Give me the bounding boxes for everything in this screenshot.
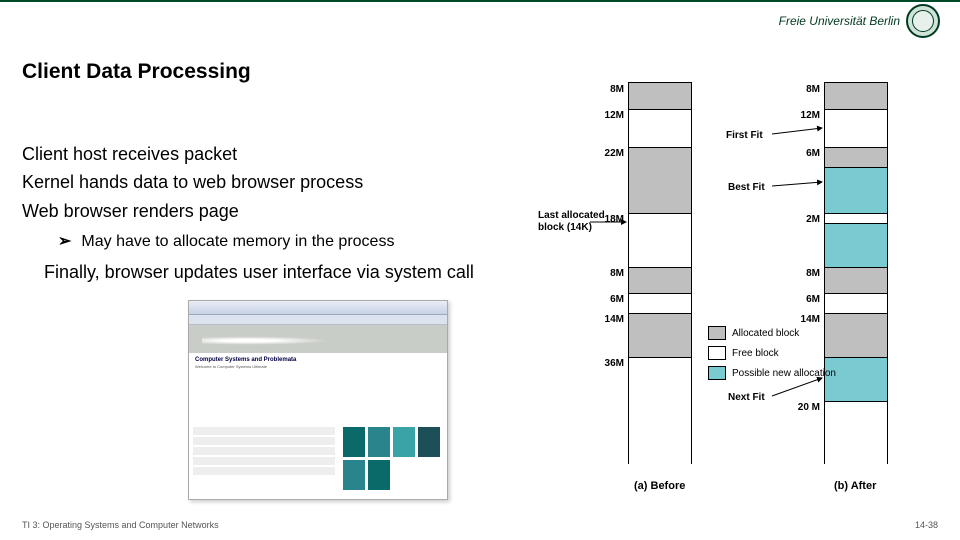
mem-segment [825,213,887,223]
browser-text-col [189,423,339,499]
swatch-poss-icon [708,366,726,380]
legend-free: Free block [732,348,779,359]
caption-after: (b) After [834,480,876,492]
mem-segment [825,83,887,109]
mem-size-label: 6M [580,294,624,305]
mem-segment [825,109,887,147]
swatch-free-icon [708,346,726,360]
browser-toolbar [189,315,447,325]
mem-segment [629,213,691,267]
mem-segment [629,109,691,147]
legend: Allocated block Free block Possible new … [708,326,836,386]
bullet-1: Client host receives packet [22,142,562,166]
mem-segment [629,357,691,465]
mem-segment [629,83,691,109]
mem-segment [825,223,887,267]
mem-col-before [628,82,692,464]
logo-text: Freie Universität Berlin [779,14,900,28]
slide: Freie Universität Berlin Client Data Pro… [0,0,960,540]
slide-body: Client host receives packet Kernel hands… [22,142,562,289]
mem-size-label: 6M [776,148,820,159]
ann-next-fit: Next Fit [728,392,765,403]
browser-screenshot: Computer Systems and Problemata Welcome … [188,300,448,500]
browser-titlebar [189,301,447,315]
bullet-4: Finally, browser updates user interface … [22,260,562,284]
mem-segment [629,147,691,213]
swatch-alloc-icon [708,326,726,340]
caption-before: (a) Before [634,480,685,492]
mem-col-after [824,82,888,464]
ann-best-fit: Best Fit [728,182,765,193]
footer-left: TI 3: Operating Systems and Computer Net… [22,520,219,530]
ann-first-fit: First Fit [726,130,763,141]
mem-segment [825,147,887,167]
page-subhead: Welcome to Computer Systems Ultimate [195,365,441,370]
footer: TI 3: Operating Systems and Computer Net… [22,520,938,530]
bullet-2: Kernel hands data to web browser process [22,170,562,194]
mem-size-label: 8M [776,268,820,279]
mem-size-label: 12M [580,110,624,121]
sub-bullet-1-text: May have to allocate memory in the proce… [81,231,394,253]
mem-size-label: 18M [580,214,624,225]
bullet-3: Web browser renders page [22,199,562,223]
mem-segment [825,293,887,313]
university-logo: Freie Universität Berlin [779,4,940,38]
mem-size-label: 8M [580,268,624,279]
footer-right: 14-38 [915,520,938,530]
mem-size-label: 22M [580,148,624,159]
browser-lower [189,423,447,499]
slide-title: Client Data Processing [22,60,251,84]
mem-size-label: 36M [580,358,624,369]
mem-size-label: 8M [580,84,624,95]
mem-size-label: 12M [776,110,820,121]
page-banner: Computer Systems and Problemata [195,357,441,363]
memory-diagram: Last allocated block (14K) First Fit Bes… [578,82,928,522]
mem-size-label: 14M [580,314,624,325]
mem-segment [629,293,691,313]
chevron-icon: ➢ [58,231,71,253]
mem-segment [825,401,887,465]
seal-icon [906,4,940,38]
mem-size-label: 20 M [776,402,820,413]
sub-bullet-1: ➢ May have to allocate memory in the pro… [58,231,562,253]
mem-size-label: 2M [776,214,820,225]
top-accent-bar [0,0,960,2]
mem-segment [825,267,887,293]
mem-segment [825,167,887,213]
browser-content: Computer Systems and Problemata Welcome … [189,353,447,423]
mem-segment [629,267,691,293]
mem-segment [629,313,691,357]
browser-books [339,423,447,499]
legend-alloc: Allocated block [732,328,799,339]
legend-poss: Possible new allocation [732,368,836,379]
mem-size-label: 6M [776,294,820,305]
mem-size-label: 14M [776,314,820,325]
mem-size-label: 8M [776,84,820,95]
browser-hero-image [189,325,447,353]
